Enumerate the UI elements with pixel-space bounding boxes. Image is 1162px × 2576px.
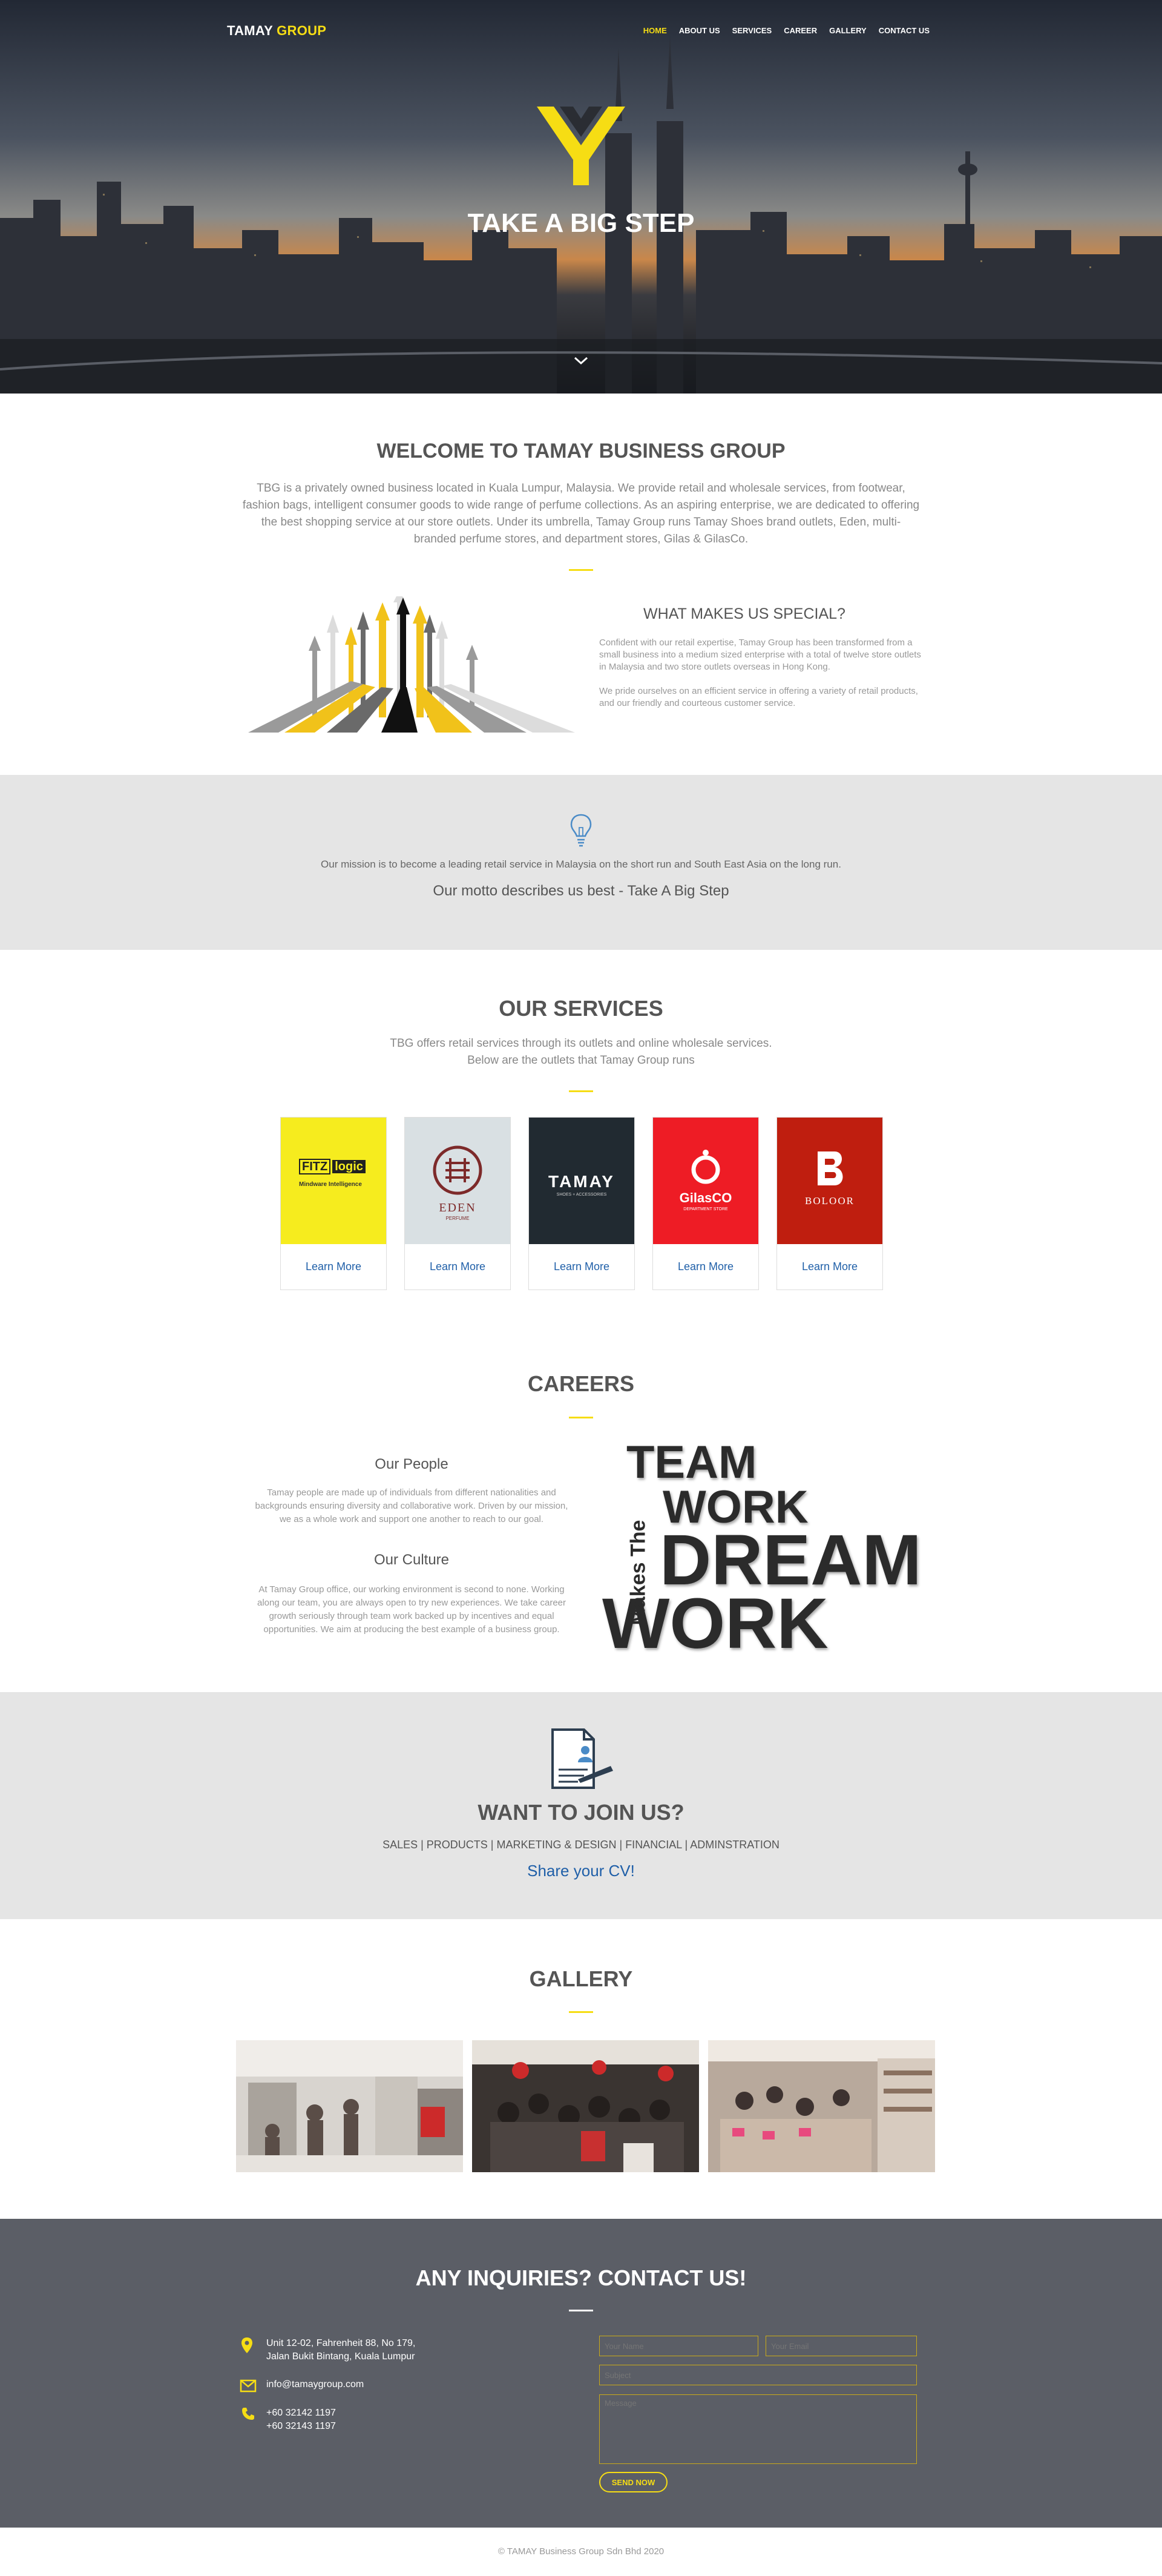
our-people-text: Tamay people are made up of individuals … <box>255 1487 568 1524</box>
gallery-photo-3[interactable] <box>708 2040 935 2172</box>
address-line1: Unit 12-02, Fahrenheit 88, No 179, <box>266 2338 416 2348</box>
divider <box>569 2310 593 2311</box>
learn-more-link[interactable]: Learn More <box>777 1244 882 1289</box>
join-title: WANT TO JOIN US? <box>478 1800 684 1825</box>
learn-more-link[interactable]: Learn More <box>653 1244 758 1289</box>
lightbulb-icon <box>570 814 592 847</box>
service-card-boloor[interactable]: BOLOOR Learn More <box>776 1117 883 1290</box>
service-card-gilasco[interactable]: GilasCO DEPARTMENT STORE Learn More <box>652 1117 759 1290</box>
eden-logo: EDEN PERFUME <box>405 1118 510 1244</box>
service-card-eden[interactable]: EDEN PERFUME Learn More <box>404 1117 511 1290</box>
address-line2: Jalan Bukit Bintang, Kuala Lumpur <box>266 2351 415 2362</box>
our-culture-text: At Tamay Group office, our working envir… <box>257 1584 566 1635</box>
cv-document-icon <box>551 1728 613 1789</box>
name-input[interactable] <box>599 2336 758 2356</box>
our-people-title: Our People <box>375 1456 448 1472</box>
welcome-title: WELCOME TO TAMAY BUSINESS GROUP <box>376 440 786 463</box>
tamay-logo: TAMAY SHOES + ACCESSORIES <box>529 1118 634 1244</box>
boloor-logo: BOLOOR <box>777 1118 882 1244</box>
nav-item-about-us[interactable]: ABOUT US <box>679 26 720 35</box>
share-cv-link[interactable]: Share your CV! <box>0 1862 1162 1880</box>
gilasco-emblem-icon <box>691 1150 720 1184</box>
careers-title: CAREERS <box>527 1371 635 1396</box>
nav-item-contact-us[interactable]: CONTACT US <box>879 26 930 35</box>
services-line1: TBG offers retail services through its o… <box>390 1037 772 1050</box>
special-text: Confident with our retail expertise, Tam… <box>599 637 921 672</box>
message-textarea[interactable] <box>599 2394 917 2464</box>
services-title: OUR SERVICES <box>499 996 663 1021</box>
motto-text: Our motto describes us best - Take A Big… <box>433 883 729 899</box>
divider <box>569 2011 593 2013</box>
subject-input[interactable] <box>599 2365 917 2385</box>
copyright-text: © TAMAY Business Group Sdn Bhd 2020 <box>0 2528 1162 2576</box>
contact-title: ANY INQUIRIES? CONTACT US! <box>415 2265 747 2290</box>
special-title: WHAT MAKES US SPECIAL? <box>643 605 845 622</box>
brand-logo[interactable]: TAMAY GROUP <box>227 23 326 39</box>
nav-item-gallery[interactable]: GALLERY <box>829 26 867 35</box>
nav-item-career[interactable]: CAREER <box>784 26 817 35</box>
growth-arrows-graphic <box>248 596 575 733</box>
nav-item-home[interactable]: HOME <box>643 26 667 35</box>
boloor-b-icon <box>818 1151 843 1185</box>
departments-text: SALES | PRODUCTS | MARKETING & DESIGN | … <box>382 1839 780 1851</box>
gilasco-logo: GilasCO DEPARTMENT STORE <box>653 1118 758 1244</box>
send-now-button[interactable]: SEND NOW <box>599 2472 668 2492</box>
phone-1: +60 32142 1197 <box>266 2408 336 2418</box>
chevron-down-icon[interactable] <box>573 356 589 366</box>
gallery-photo-1[interactable] <box>236 2040 463 2172</box>
welcome-text: TBG is a privately owned business locate… <box>242 482 920 545</box>
hero-title: TAKE A BIG STEP <box>467 208 695 238</box>
tamay-y-logo-icon <box>537 107 625 185</box>
learn-more-link[interactable]: Learn More <box>529 1244 634 1289</box>
service-card-tamay[interactable]: TAMAY SHOES + ACCESSORIES Learn More <box>528 1117 635 1290</box>
eden-emblem-icon <box>433 1145 482 1195</box>
fitz-logic-logo: FITZ logic Mindware Intelligence <box>281 1118 386 1244</box>
phone-2: +60 32143 1197 <box>266 2421 336 2431</box>
hero-banner: TAMAY GROUP HOME ABOUT US SERVICES CAREE… <box>0 0 1162 394</box>
divider <box>569 1417 593 1418</box>
mission-text: Our mission is to become a leading retai… <box>321 858 841 870</box>
special-text-2: We pride ourselves on an efficient servi… <box>599 686 918 708</box>
divider <box>569 1090 593 1092</box>
map-pin-icon <box>241 2337 252 2353</box>
learn-more-link[interactable]: Learn More <box>405 1244 510 1289</box>
main-menu: HOME ABOUT US SERVICES CAREER GALLERY CO… <box>643 26 930 35</box>
email-input[interactable] <box>766 2336 917 2356</box>
phone-icon <box>242 2408 254 2420</box>
gallery-photo-2[interactable] <box>472 2040 699 2172</box>
learn-more-link[interactable]: Learn More <box>281 1244 386 1289</box>
teamwork-poster-image: TEAM WORK DREAM WORK Makes The <box>602 1437 922 1664</box>
envelope-icon <box>240 2379 257 2393</box>
our-culture-title: Our Culture <box>373 1552 450 1568</box>
nav-item-services[interactable]: SERVICES <box>732 26 772 35</box>
services-line2: Below are the outlets that Tamay Group r… <box>467 1054 695 1067</box>
divider <box>569 569 593 571</box>
email-link[interactable]: info@tamaygroup.com <box>266 2379 364 2390</box>
service-card-fitz-logic[interactable]: FITZ logic Mindware Intelligence Learn Mo… <box>280 1117 387 1290</box>
top-navbar: TAMAY GROUP HOME ABOUT US SERVICES CAREE… <box>0 0 1162 61</box>
gallery-title: GALLERY <box>529 1966 633 1991</box>
